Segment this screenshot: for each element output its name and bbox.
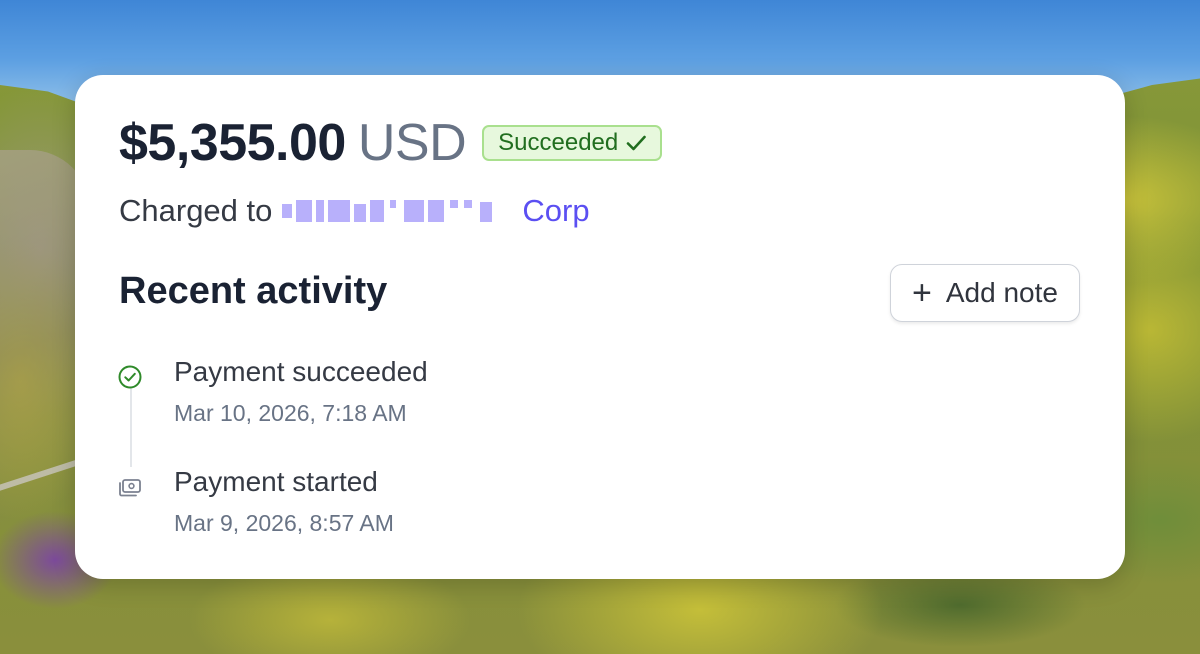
activity-time: Mar 9, 2026, 8:57 AM	[174, 510, 394, 536]
plus-icon: +	[912, 274, 932, 312]
add-note-label: Add note	[945, 277, 1058, 308]
charged-to-line: Charged to Corp	[119, 191, 590, 231]
payment-method-icon	[115, 472, 145, 502]
customer-link[interactable]: Corp	[522, 193, 589, 229]
payment-currency: USD	[357, 114, 467, 172]
checkmark-icon	[626, 135, 647, 151]
activity-time: Mar 10, 2026, 7:18 AM	[174, 400, 407, 426]
add-note-button[interactable]: + Add note	[890, 264, 1080, 322]
payment-card: $5,355.00 USD Succeeded Charged to Corp …	[75, 75, 1125, 579]
activity-title: Payment started	[174, 466, 378, 497]
timeline-connector	[130, 387, 132, 467]
activity-title: Payment succeeded	[174, 356, 428, 387]
status-badge: Succeeded	[482, 125, 663, 161]
recent-activity-heading: Recent activity	[119, 270, 388, 312]
redacted-customer-name	[282, 200, 512, 222]
charged-to-label: Charged to	[119, 193, 273, 228]
payment-amount: $5,355.00	[119, 114, 346, 172]
status-badge-label: Succeeded	[498, 129, 619, 156]
amount-row: $5,355.00 USD Succeeded	[119, 113, 663, 173]
check-circle-icon	[115, 362, 145, 392]
